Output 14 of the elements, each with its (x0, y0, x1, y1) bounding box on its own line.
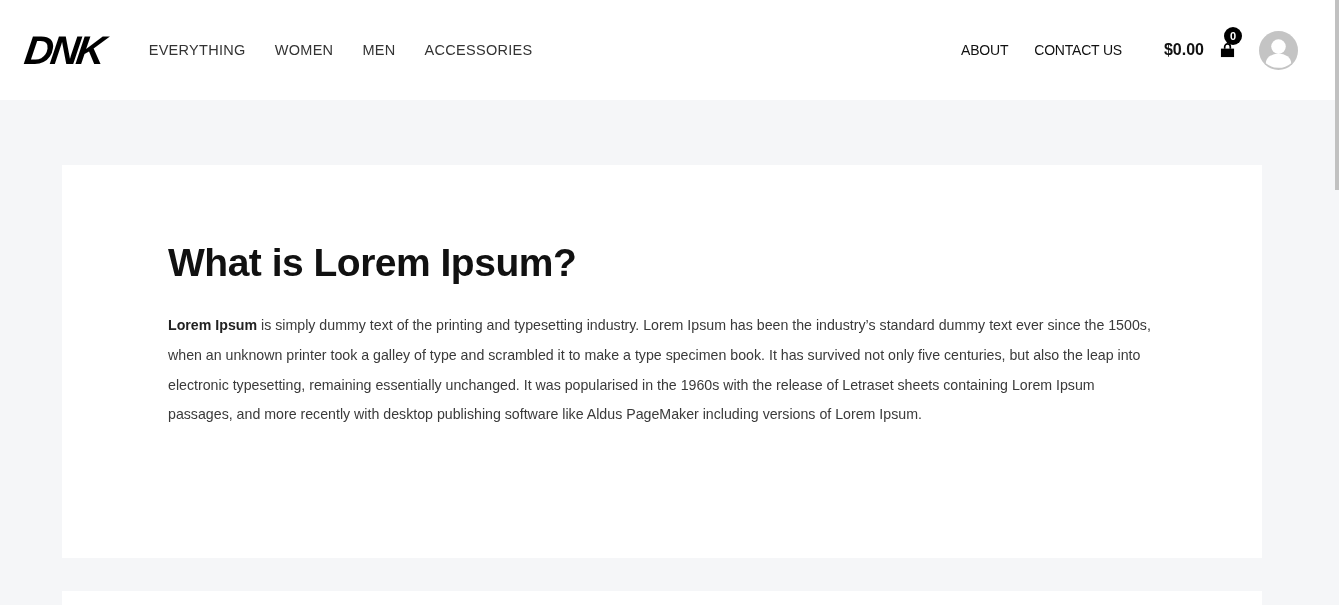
cart-total[interactable]: $0.00 (1163, 41, 1204, 59)
nav-link[interactable]: ABOUT (961, 42, 1009, 58)
nav-link[interactable]: EVERYTHING (148, 42, 246, 58)
cart-count-badge: 0 (1224, 26, 1242, 45)
nav-link[interactable]: WOMEN (274, 42, 334, 58)
nav-link[interactable]: CONTACT US (1034, 42, 1122, 58)
user-avatar-icon[interactable] (1259, 30, 1298, 70)
nav-link[interactable]: MEN (362, 42, 396, 58)
article-title: What is Lorem Ipsum? (168, 241, 578, 285)
shopping-bag-icon (1220, 42, 1235, 58)
scrollbar[interactable] (1335, 0, 1339, 190)
cart-button[interactable]: 0 (1220, 26, 1242, 58)
nav-link[interactable]: ACCESSORIES (424, 42, 533, 58)
article-paragraph: Lorem Ipsum is simply dummy text of the printing and typesetting industry. Lorem Ipsum has been the industry’s standard dummy text ever since the 1500s, when an unknown printer took a galley of type and scrambled it to make a type specimen book. It has survived not only five centuries, but also the leap into electronic typesetting, remaining essentially unchanged. It was popularised in the 1960s with the release of Letraset sheets containing Lorem Ipsum passages, and more recently with desktop publishing software like Aldus PageMaker including versions of Lorem Ipsum. (168, 316, 1152, 425)
